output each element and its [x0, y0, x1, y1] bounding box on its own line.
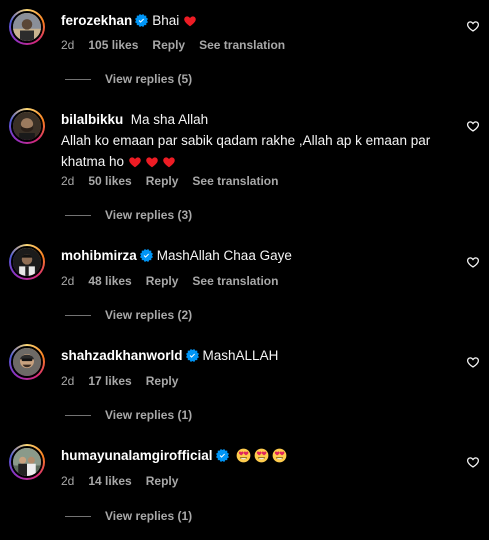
divider-line: [65, 78, 91, 80]
comment-body: ferozekhan Bhai: [61, 10, 456, 31]
reply-button[interactable]: Reply: [152, 38, 185, 52]
view-replies-button[interactable]: View replies (1): [65, 408, 192, 422]
divider-line: [65, 515, 91, 517]
comment-meta: 2d 50 likes Reply See translation: [61, 174, 292, 188]
heart-outline-icon[interactable]: [466, 355, 480, 369]
heart-eyes-emoji: [254, 448, 269, 463]
see-translation-button[interactable]: See translation: [192, 174, 278, 188]
see-translation-button[interactable]: See translation: [199, 38, 285, 52]
username[interactable]: mohibmirza: [61, 248, 137, 263]
see-translation-button[interactable]: See translation: [192, 274, 278, 288]
timestamp[interactable]: 2d: [61, 174, 74, 188]
comment-meta: 2d 17 likes Reply: [61, 374, 192, 388]
verified-badge-icon: [135, 14, 148, 27]
divider-line: [65, 214, 91, 216]
username[interactable]: humayunalamgirofficial: [61, 448, 213, 463]
likes-count[interactable]: 14 likes: [88, 474, 131, 488]
heart-outline-icon[interactable]: [466, 19, 480, 33]
verified-badge-icon: [186, 349, 199, 362]
red-heart-emoji: [128, 155, 142, 169]
red-heart-emoji: [183, 14, 197, 28]
timestamp[interactable]: 2d: [61, 474, 74, 488]
comment-text: Bhai: [152, 13, 180, 28]
timestamp[interactable]: 2d: [61, 274, 74, 288]
view-replies-label: View replies (5): [105, 72, 193, 86]
view-replies-button[interactable]: View replies (1): [65, 509, 192, 523]
reply-button[interactable]: Reply: [146, 174, 179, 188]
view-replies-button[interactable]: View replies (3): [65, 208, 192, 222]
view-replies-label: View replies (1): [105, 408, 193, 422]
view-replies-label: View replies (2): [105, 308, 193, 322]
timestamp[interactable]: 2d: [61, 374, 74, 388]
divider-line: [65, 314, 91, 316]
view-replies-button[interactable]: View replies (5): [65, 72, 192, 86]
heart-outline-icon[interactable]: [466, 119, 480, 133]
view-replies-label: View replies (1): [105, 509, 193, 523]
likes-count[interactable]: 50 likes: [88, 174, 131, 188]
reply-button[interactable]: Reply: [146, 274, 179, 288]
red-heart-emoji: [162, 155, 176, 169]
comment-body: mohibmirza MashAllah Chaa Gaye: [61, 245, 456, 266]
comment-text-line2: Allah ko emaan par sabik qadam rakhe ,Al…: [61, 133, 431, 169]
avatar[interactable]: [9, 344, 45, 380]
comment-text: Ma sha Allah: [130, 112, 209, 127]
comment-body: shahzadkhanworld MashALLAH: [61, 345, 456, 366]
heart-outline-icon[interactable]: [466, 255, 480, 269]
comment-text: MashALLAH: [202, 348, 279, 363]
avatar[interactable]: [9, 244, 45, 280]
avatar[interactable]: [9, 444, 45, 480]
heart-eyes-emoji: [236, 448, 251, 463]
comment-meta: 2d 14 likes Reply: [61, 474, 192, 488]
reply-button[interactable]: Reply: [146, 474, 179, 488]
verified-badge-icon: [140, 249, 153, 262]
username[interactable]: bilalbikku: [61, 112, 123, 127]
username[interactable]: shahzadkhanworld: [61, 348, 183, 363]
comment-body: bilalbikku Ma sha Allah Allah ko emaan p…: [61, 109, 456, 172]
divider-line: [65, 414, 91, 416]
comment-meta: 2d 105 likes Reply See translation: [61, 38, 299, 52]
username[interactable]: ferozekhan: [61, 13, 132, 28]
comment-text: MashAllah Chaa Gaye: [156, 248, 292, 263]
avatar[interactable]: [9, 9, 45, 45]
comment-meta: 2d 48 likes Reply See translation: [61, 274, 292, 288]
avatar[interactable]: [9, 108, 45, 144]
view-replies-label: View replies (3): [105, 208, 193, 222]
likes-count[interactable]: 105 likes: [88, 38, 138, 52]
timestamp[interactable]: 2d: [61, 38, 74, 52]
heart-outline-icon[interactable]: [466, 455, 480, 469]
likes-count[interactable]: 48 likes: [88, 274, 131, 288]
view-replies-button[interactable]: View replies (2): [65, 308, 192, 322]
reply-button[interactable]: Reply: [146, 374, 179, 388]
likes-count[interactable]: 17 likes: [88, 374, 131, 388]
red-heart-emoji: [145, 155, 159, 169]
verified-badge-icon: [216, 449, 229, 462]
heart-eyes-emoji: [272, 448, 287, 463]
comment-body: humayunalamgirofficial: [61, 445, 456, 466]
